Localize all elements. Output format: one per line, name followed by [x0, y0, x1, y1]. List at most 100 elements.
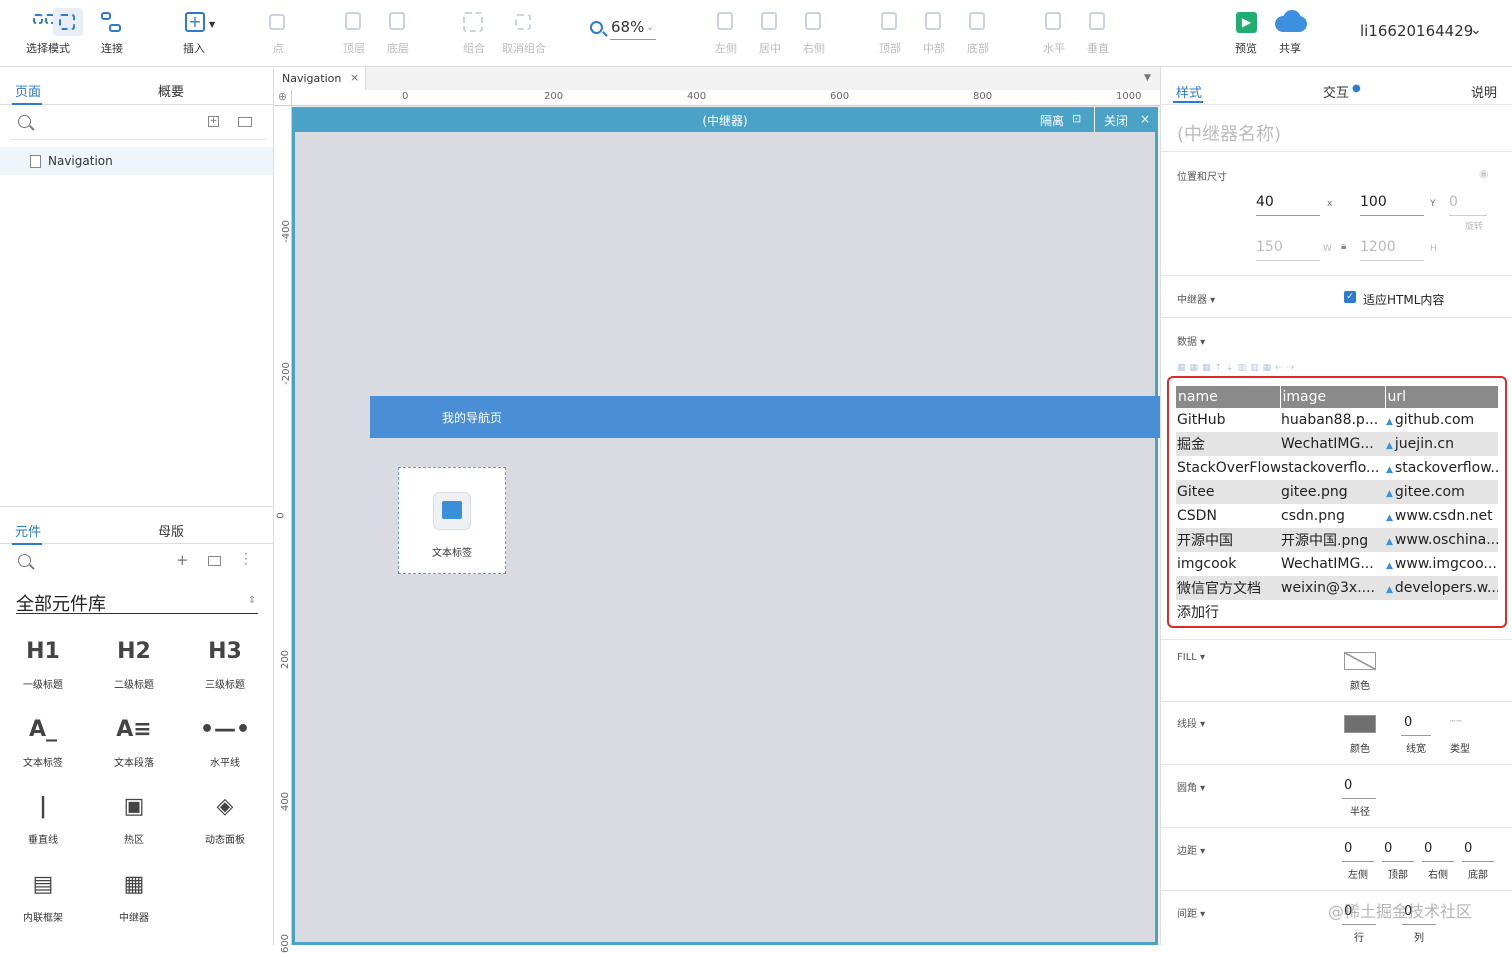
- bottom-layer-button[interactable]: 底层: [370, 8, 426, 56]
- table-cell[interactable]: CSDN: [1176, 504, 1280, 528]
- table-cell[interactable]: ▲ juejin.cn: [1385, 432, 1498, 456]
- fill-section-label[interactable]: FILL ▾: [1177, 652, 1205, 663]
- tab-notes[interactable]: 说明: [1471, 82, 1497, 101]
- table-cell[interactable]: Gitee: [1176, 480, 1280, 504]
- stroke-color-swatch[interactable]: [1344, 715, 1376, 733]
- fill-color-swatch[interactable]: [1344, 652, 1376, 670]
- doc-tab[interactable]: Navigation ×: [274, 67, 366, 90]
- table-cell[interactable]: weixin@3x....: [1280, 576, 1385, 600]
- add-row[interactable]: 添加行: [1176, 600, 1498, 624]
- page-item-navigation[interactable]: Navigation: [0, 147, 273, 175]
- data-toolbar-icons[interactable]: ▦▦▦⇡⇣▥▥▦⇠⇢: [1177, 363, 1377, 373]
- table-cell[interactable]: huaban88.p...: [1280, 408, 1385, 432]
- table-row[interactable]: CSDN csdn.png ▲ www.csdn.net: [1176, 504, 1498, 528]
- visibility-eye-icon[interactable]: ◉: [1479, 167, 1489, 180]
- radius-field[interactable]: 0: [1344, 778, 1352, 793]
- table-row[interactable]: 微信官方文档 weixin@3x.... ▲ developers.w...: [1176, 576, 1498, 600]
- align-bottom-button[interactable]: 底部: [950, 8, 1006, 56]
- table-cell[interactable]: imgcook: [1176, 552, 1280, 576]
- widget-item[interactable]: A_ 文本标签: [8, 710, 78, 769]
- isolate-button[interactable]: 隔离: [1040, 112, 1064, 129]
- padding-section-label[interactable]: 边距 ▾: [1177, 842, 1205, 857]
- column-header[interactable]: url: [1385, 386, 1499, 408]
- table-cell[interactable]: 开源中国.png: [1280, 528, 1385, 552]
- rotation-field[interactable]: 0: [1449, 194, 1487, 216]
- share-button[interactable]: 共享: [1262, 8, 1318, 56]
- table-row[interactable]: StackOverFlow stackoverflo... ▲ stackoverfl…: [1176, 456, 1498, 480]
- widget-item[interactable]: ▤ 内联框架: [8, 865, 78, 924]
- repeater-data-table[interactable]: name image url GitHub huaban88.p... ▲ githu…: [1176, 386, 1499, 624]
- table-row[interactable]: GitHub huaban88.p... ▲ github.com: [1176, 408, 1498, 432]
- tab-pages[interactable]: 页面: [15, 81, 41, 100]
- table-cell[interactable]: 微信官方文档: [1176, 576, 1280, 600]
- stroke-type-icon[interactable]: ┄┄: [1450, 717, 1463, 727]
- distribute-vertical-button[interactable]: 垂直: [1070, 8, 1126, 56]
- table-cell[interactable]: ▲ stackoverflow...: [1385, 456, 1498, 480]
- table-row[interactable]: 掘金 WechatIMG... ▲ juejin.cn: [1176, 432, 1498, 456]
- data-section-label[interactable]: 数据 ▾: [1177, 333, 1205, 348]
- stroke-section-label[interactable]: 线段 ▾: [1177, 715, 1205, 730]
- widget-item[interactable]: ▦ 中继器: [99, 865, 169, 924]
- table-cell[interactable]: WechatIMG...: [1280, 432, 1385, 456]
- checkbox-fit-html[interactable]: ✓: [1344, 291, 1356, 303]
- table-cell[interactable]: 掘金: [1176, 432, 1280, 456]
- crosshair-icon[interactable]: ⊕: [274, 90, 292, 106]
- nav-bar-widget[interactable]: 我的导航页: [370, 396, 1160, 438]
- add-row-cell[interactable]: 添加行: [1176, 600, 1498, 624]
- widget-item[interactable]: | 垂直线: [8, 787, 78, 846]
- folder-icon[interactable]: [238, 117, 252, 127]
- height-field[interactable]: 1200: [1360, 239, 1424, 261]
- column-header[interactable]: name: [1176, 386, 1281, 408]
- table-cell[interactable]: 开源中国: [1176, 528, 1280, 552]
- insert-button[interactable]: + ▼ 插入: [166, 8, 222, 56]
- image-widget[interactable]: 文本标签: [398, 467, 506, 574]
- point-button[interactable]: 点: [250, 8, 306, 56]
- table-cell[interactable]: ▲ www.oschina....: [1385, 528, 1498, 552]
- ungroup-button[interactable]: 取消组合: [496, 8, 552, 56]
- widget-item[interactable]: H3 三级标题: [190, 632, 260, 691]
- widget-item[interactable]: ▣ 热区: [99, 787, 169, 846]
- group-button[interactable]: 组合: [446, 8, 502, 56]
- tab-outline[interactable]: 概要: [158, 81, 184, 100]
- widget-item[interactable]: H2 二级标题: [99, 632, 169, 691]
- zoom-select[interactable]: 68% ⌄: [590, 18, 666, 40]
- close-repeater-button[interactable]: 关闭: [1104, 112, 1128, 129]
- widget-item[interactable]: •—• 水平线: [190, 710, 260, 769]
- username[interactable]: li16620164429: [1360, 22, 1473, 40]
- table-row[interactable]: imgcook WechatIMG... ▲ www.imgcoo...: [1176, 552, 1498, 576]
- padding-top-field[interactable]: 0: [1384, 841, 1392, 856]
- radius-section-label[interactable]: 圆角 ▾: [1177, 779, 1205, 794]
- more-icon[interactable]: · · ·: [244, 548, 248, 570]
- padding-bottom-field[interactable]: 0: [1464, 841, 1472, 856]
- close-icon[interactable]: ×: [350, 71, 359, 84]
- updown-chevron-icon[interactable]: ⇕: [248, 595, 256, 606]
- table-cell[interactable]: ▲ github.com: [1385, 408, 1498, 432]
- widget-item[interactable]: H1 一级标题: [8, 632, 78, 691]
- tab-menu-chevron-icon[interactable]: ▼: [1144, 73, 1151, 83]
- connect-button[interactable]: 连接: [84, 8, 140, 56]
- x-field[interactable]: 40: [1256, 194, 1320, 216]
- table-cell[interactable]: ▲ developers.w...: [1385, 576, 1498, 600]
- table-cell[interactable]: stackoverflo...: [1280, 456, 1385, 480]
- close-icon[interactable]: ×: [1140, 112, 1150, 126]
- tab-interactions[interactable]: 交互: [1323, 82, 1349, 101]
- widget-item[interactable]: A≡ 文本段落: [99, 710, 169, 769]
- table-cell[interactable]: StackOverFlow: [1176, 456, 1280, 480]
- y-field[interactable]: 100: [1360, 194, 1424, 216]
- isolate-icon[interactable]: ⊡: [1072, 112, 1081, 125]
- table-row[interactable]: 开源中国 开源中国.png ▲ www.oschina....: [1176, 528, 1498, 552]
- table-cell[interactable]: ▲ gitee.com: [1385, 480, 1498, 504]
- table-cell[interactable]: gitee.png: [1280, 480, 1385, 504]
- table-row[interactable]: Gitee gitee.png ▲ gitee.com: [1176, 480, 1498, 504]
- repeater-section-label[interactable]: 中继器 ▾: [1177, 291, 1215, 306]
- widget-name-input[interactable]: (中继器名称): [1177, 120, 1281, 146]
- table-cell[interactable]: ▲ www.imgcoo...: [1385, 552, 1498, 576]
- library-stack-icon[interactable]: [208, 556, 221, 566]
- search-icon[interactable]: [18, 554, 31, 567]
- widget-item[interactable]: ◈ 动态面板: [190, 787, 260, 846]
- lock-icon[interactable]: 🔒︎: [1341, 241, 1346, 252]
- align-right-button[interactable]: 右侧: [786, 8, 842, 56]
- padding-left-field[interactable]: 0: [1344, 841, 1352, 856]
- column-header[interactable]: image: [1280, 386, 1386, 408]
- search-icon[interactable]: [18, 115, 31, 128]
